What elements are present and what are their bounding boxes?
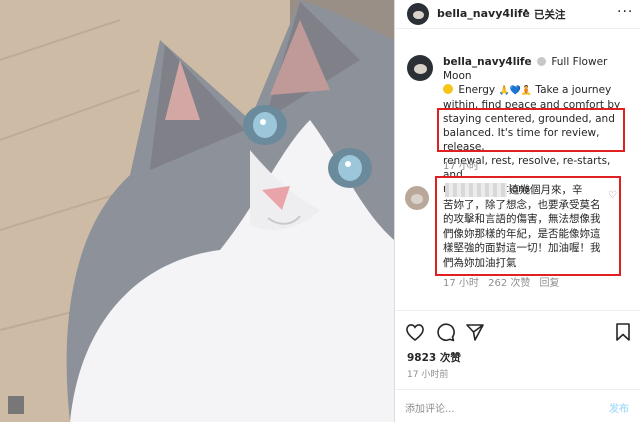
header-separator: • <box>523 6 529 17</box>
comment-heart-icon[interactable]: ♡ <box>608 190 617 201</box>
comment-meta: 17 小时 262 次赞 回复 <box>443 274 560 289</box>
post-comment-button[interactable]: 发布 <box>609 400 629 415</box>
cat-photo-image <box>0 0 394 422</box>
comment-time[interactable]: 17 小时 <box>443 278 479 289</box>
share-icon[interactable] <box>465 322 485 342</box>
caption-avatar[interactable] <box>407 55 433 81</box>
emoji-row-icon: 🙏💙🧘 <box>498 86 533 96</box>
caption-line-2a: Energy <box>458 84 496 96</box>
caption-highlight-box <box>437 108 625 152</box>
add-comment-bar: 添加评论... 发布 <box>395 389 640 423</box>
caption-line-2b: Take a journey <box>535 84 612 96</box>
post-actions: 9823 次赞 17 小时前 <box>395 310 640 383</box>
caption-username[interactable]: bella_navy4life <box>443 56 532 68</box>
author-username[interactable]: bella_navy4life <box>437 7 530 20</box>
follow-status[interactable]: 已关注 <box>534 7 566 22</box>
comment-likes[interactable]: 262 次赞 <box>488 278 530 289</box>
moon-emoji-icon <box>536 57 546 66</box>
post-details-panel: bella_navy4life • 已关注 ··· bella_navy4lif… <box>394 0 640 422</box>
comment-reply[interactable]: 回复 <box>540 278 560 289</box>
comment-input[interactable]: 添加评论... <box>405 400 455 415</box>
likes-count[interactable]: 9823 次赞 <box>407 350 461 365</box>
caption-time[interactable]: 17 小时 <box>443 157 479 172</box>
post-header: bella_navy4life • 已关注 ··· <box>395 0 640 29</box>
comment-highlight-box <box>435 176 621 276</box>
comment-icon[interactable] <box>435 322 455 342</box>
heart-icon[interactable] <box>405 323 425 341</box>
bookmark-icon[interactable] <box>615 322 631 342</box>
commenter-avatar[interactable] <box>405 186 429 210</box>
post-photo[interactable] <box>0 0 394 422</box>
posted-time[interactable]: 17 小时前 <box>407 367 448 380</box>
sun-emoji-icon <box>443 84 453 94</box>
more-icon[interactable]: ··· <box>617 4 633 20</box>
author-avatar[interactable] <box>407 3 429 25</box>
